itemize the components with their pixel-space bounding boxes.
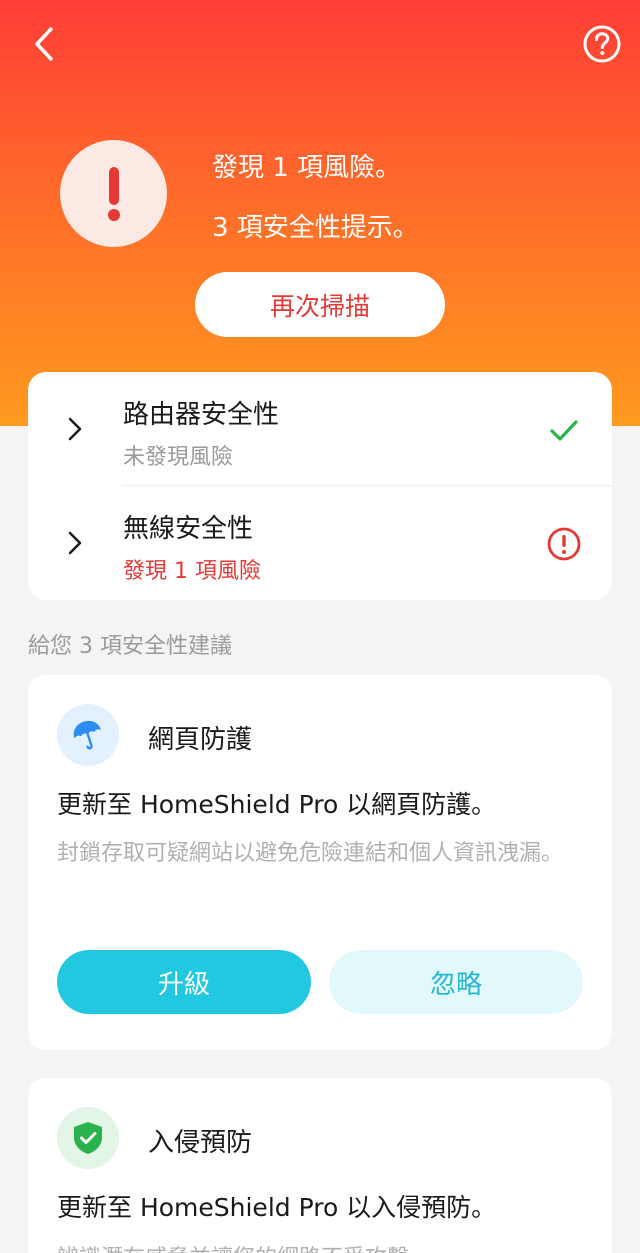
rescan-button[interactable]: 再次掃描 <box>195 272 445 337</box>
alert-circle-icon <box>547 527 581 561</box>
status-card: 路由器安全性 未發現風險 無線安全性 發現 1 項風險 <box>28 372 612 600</box>
tips-summary: 3 項安全性提示。 <box>212 213 419 243</box>
status-row-subtitle: 未發現風險 <box>123 445 234 470</box>
card-title: 網頁防護 <box>148 725 253 755</box>
status-row-wireless[interactable]: 無線安全性 發現 1 項風險 <box>28 486 612 600</box>
card-description: 封鎖存取可疑網站以避免危險連結和個人資訊洩漏。 <box>57 841 564 866</box>
question-circle-icon <box>583 25 621 63</box>
suggestion-card-web-protection: 網頁防護 更新至 HomeShield Pro 以網頁防護。 封鎖存取可疑網站以… <box>28 675 612 1050</box>
suggestion-card-intrusion-prevention: 入侵預防 更新至 HomeShield Pro 以入侵預防。 辨識潛在威脅並讓您… <box>28 1078 612 1253</box>
card-description: 辨識潛在威脅並讓您的網路不受攻擊。 <box>57 1244 587 1253</box>
status-row-title: 無線安全性 <box>123 514 254 544</box>
card-headline: 更新至 HomeShield Pro 以入侵預防。 <box>57 1193 497 1222</box>
card-title: 入侵預防 <box>148 1128 253 1158</box>
status-row-title: 路由器安全性 <box>123 400 280 430</box>
status-row-subtitle: 發現 1 項風險 <box>123 559 261 584</box>
suggestions-title: 給您 3 項安全性建議 <box>28 634 232 659</box>
risk-summary: 發現 1 項風險。 <box>212 153 402 183</box>
shield-check-icon <box>74 1122 102 1154</box>
chevron-left-icon <box>35 27 53 61</box>
chevron-right-icon <box>68 531 82 555</box>
card-headline: 更新至 HomeShield Pro 以網頁防護。 <box>57 790 497 819</box>
umbrella-icon <box>73 720 102 750</box>
back-button[interactable] <box>26 24 62 64</box>
risk-badge <box>60 140 167 247</box>
status-row-router[interactable]: 路由器安全性 未發現風險 <box>28 372 612 486</box>
ignore-button[interactable]: 忽略 <box>329 950 583 1014</box>
help-button[interactable] <box>582 24 622 64</box>
chevron-right-icon <box>68 417 82 441</box>
exclamation-icon <box>107 166 120 221</box>
icon-badge <box>57 1107 119 1169</box>
check-icon <box>550 420 578 441</box>
upgrade-button[interactable]: 升級 <box>57 950 311 1014</box>
icon-badge <box>57 704 119 766</box>
